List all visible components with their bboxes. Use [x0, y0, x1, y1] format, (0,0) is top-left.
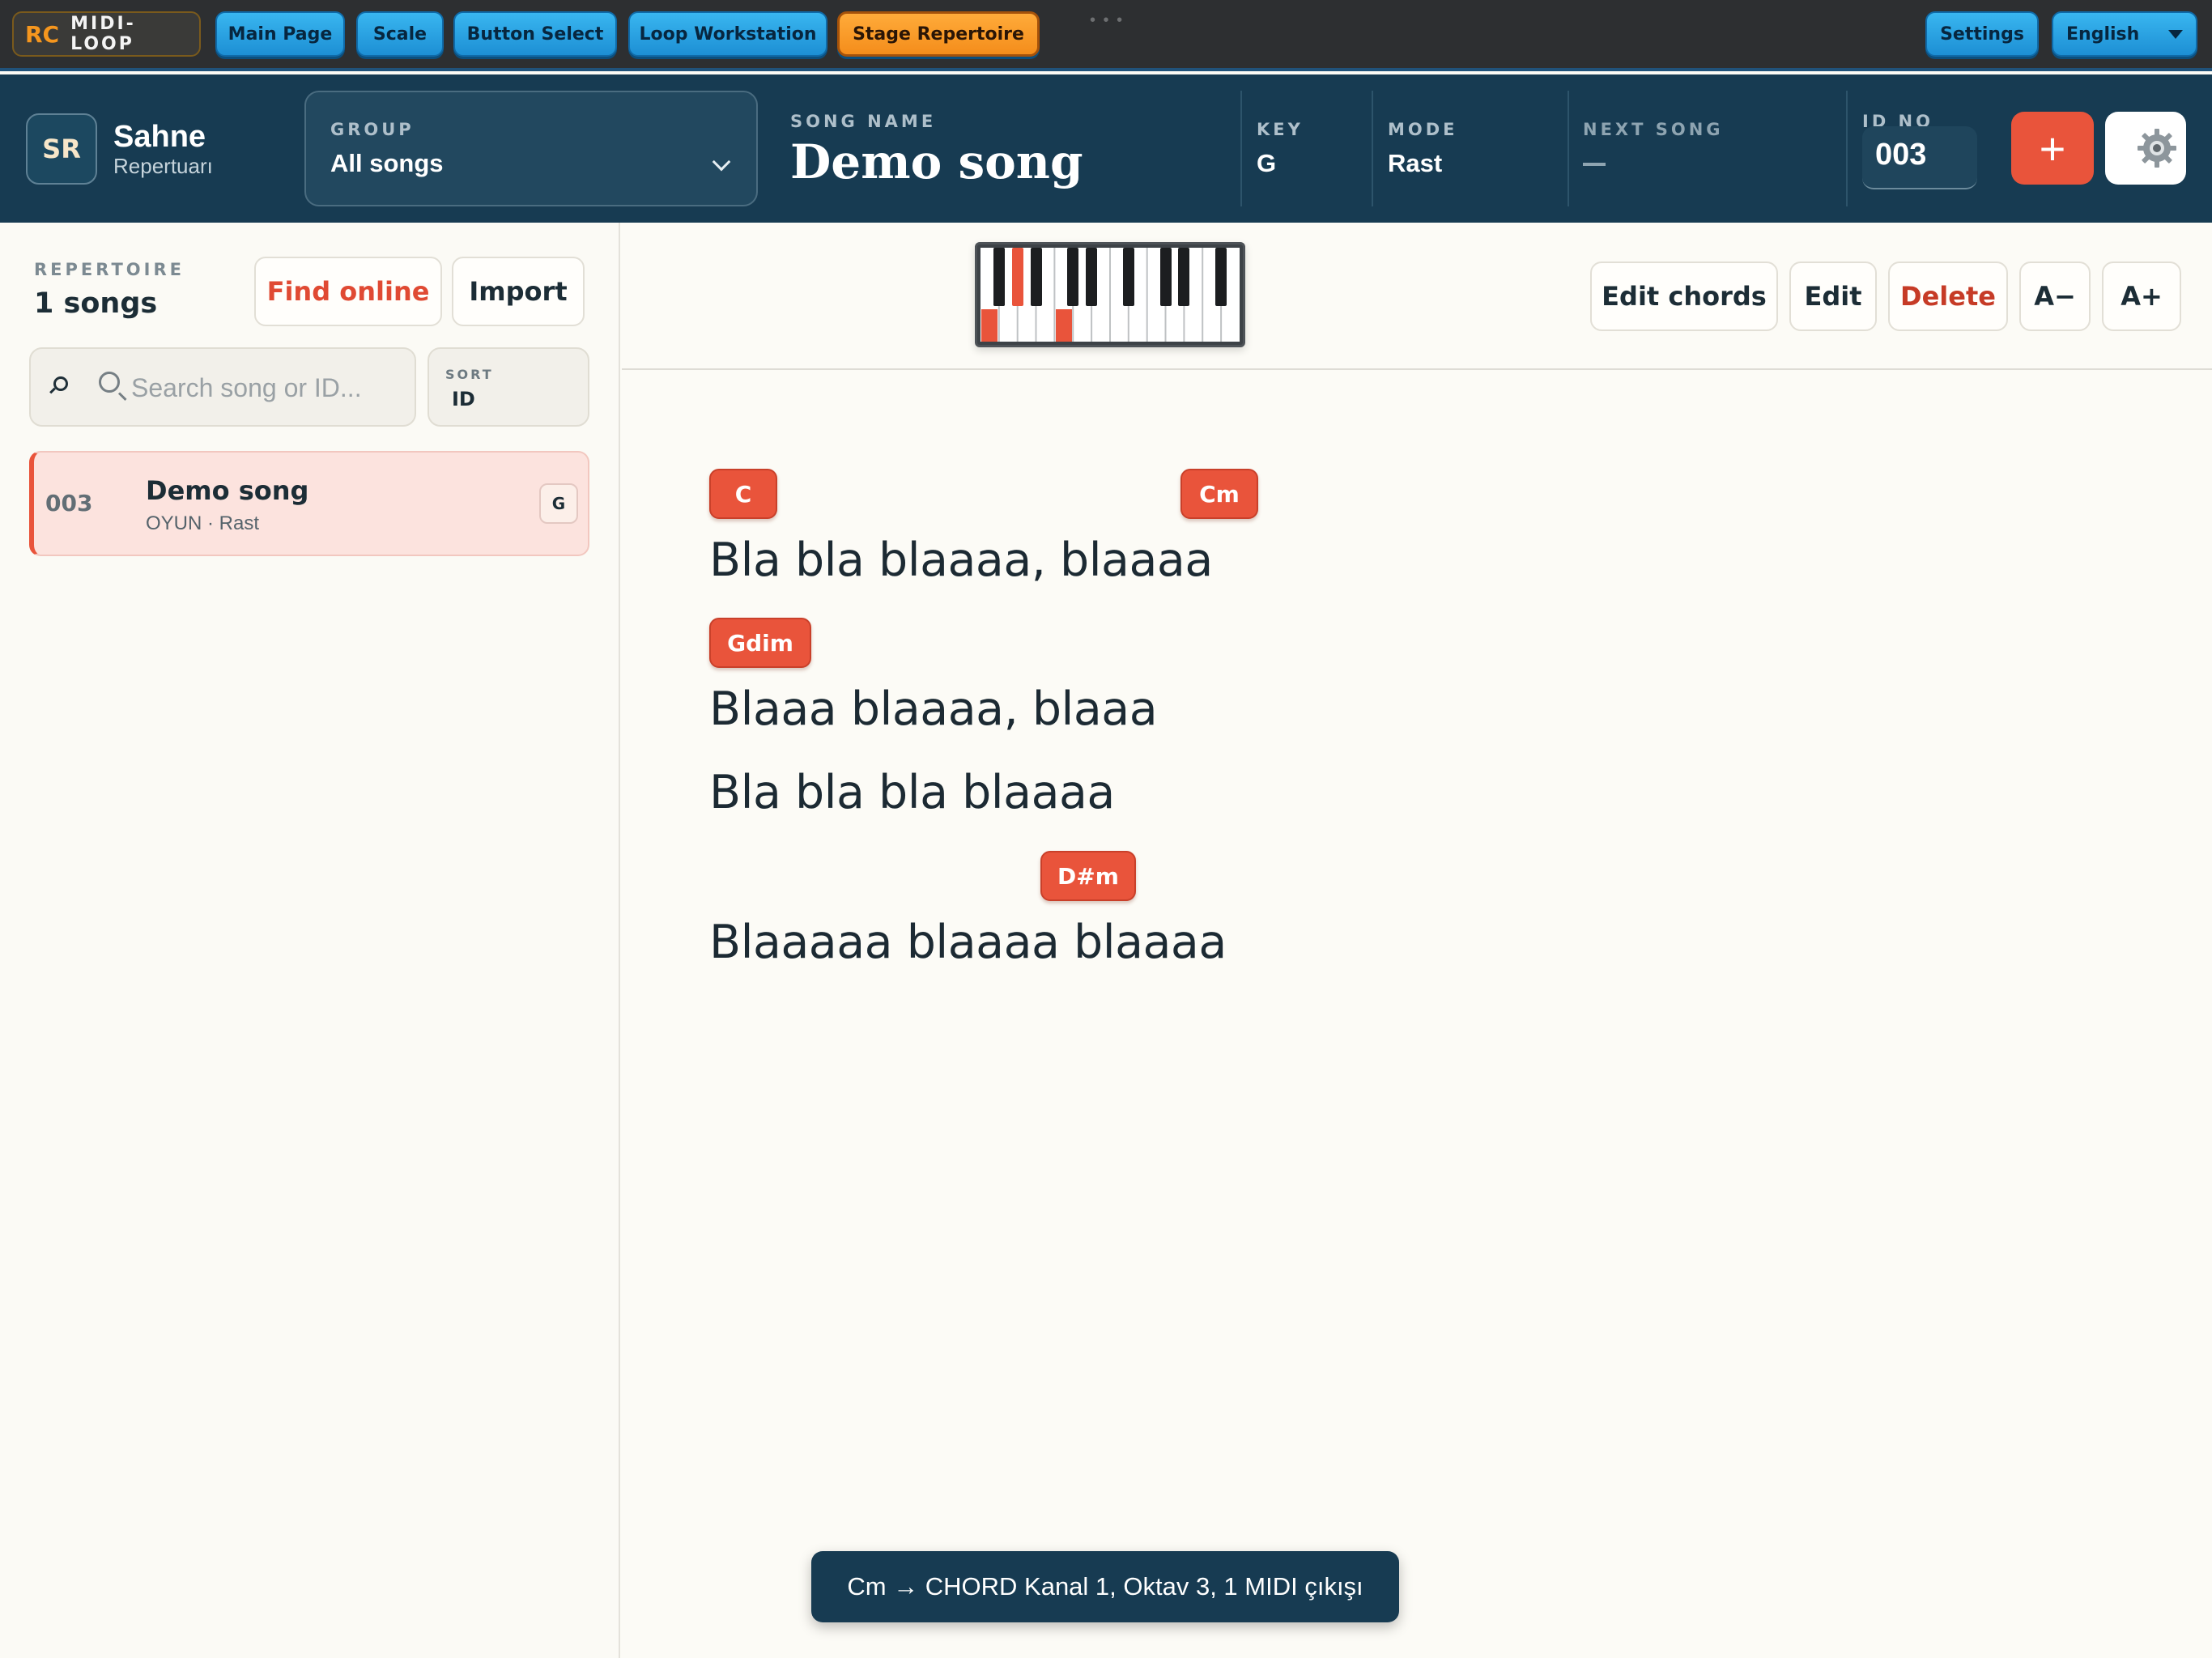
drag-handle-icon[interactable]: • • • — [1090, 11, 1124, 30]
key-label: KEY — [1257, 120, 1304, 139]
chord-tag[interactable]: D#m — [1040, 851, 1136, 901]
list-item[interactable]: 003 Demo song OYUN · Rast G — [29, 451, 589, 556]
id-value: 003 — [1875, 138, 1927, 172]
chord-tag[interactable]: Gdim — [709, 618, 811, 668]
song-key-badge: G — [539, 483, 578, 524]
find-online-button[interactable]: Find online — [254, 257, 442, 326]
song-name-label: SONG NAME — [790, 112, 937, 131]
lyrics-area: C Cm Bla bla blaaaa, blaaaa Gdim Blaaa b… — [622, 372, 2212, 1658]
chevron-down-icon — [712, 152, 731, 172]
app-logo: RC MIDI-LOOP — [12, 11, 201, 57]
mode-label: MODE — [1388, 120, 1458, 139]
chord-tag[interactable]: Cm — [1180, 469, 1258, 519]
mode-value: Rast — [1388, 149, 1443, 177]
edit-button[interactable]: Edit — [1789, 261, 1877, 331]
settings-gear-button[interactable] — [2105, 112, 2186, 185]
divider — [1240, 91, 1242, 206]
top-nav-bar: RC MIDI-LOOP Main Page Scale Button Sele… — [0, 0, 2212, 71]
language-select[interactable]: English — [2052, 11, 2197, 57]
tab-main-page[interactable]: Main Page — [215, 11, 345, 57]
song-meta: OYUN · Rast — [146, 512, 260, 534]
header-subtitle: Repertuarı — [113, 154, 213, 178]
song-name: Demo song — [790, 134, 1083, 189]
caret-down-icon — [2168, 29, 2183, 39]
repertoire-label: REPERTOIRE — [34, 260, 185, 279]
delete-button[interactable]: Delete — [1888, 261, 2008, 331]
repertoire-sidebar: REPERTOIRE 1 songs Find online Import Se… — [0, 223, 620, 1658]
lyric-line: Blaaa blaaaa, blaaa — [709, 682, 1158, 736]
search-placeholder: Search song or ID... — [131, 373, 362, 402]
lyric-line: Bla bla blaaaa, blaaaa — [709, 534, 1213, 587]
add-song-button[interactable]: + — [2011, 112, 2094, 185]
song-count: 1 songs — [34, 287, 158, 320]
sort-select[interactable]: SORT ID — [428, 347, 589, 427]
group-select[interactable]: GROUP All songs — [304, 91, 758, 206]
midi-toast: Cm → CHORD Kanal 1, Oktav 3, 1 MIDI çıkı… — [811, 1551, 1399, 1622]
language-value: English — [2066, 23, 2140, 45]
lyric-line: Blaaaaa blaaaa blaaaa — [709, 916, 1227, 969]
song-id: 003 — [45, 490, 93, 517]
key-value: G — [1257, 149, 1277, 177]
magnifier-icon — [99, 372, 120, 393]
sort-label: SORT — [445, 367, 494, 382]
next-song-label: NEXT SONG — [1583, 120, 1724, 139]
gear-icon — [2138, 129, 2176, 168]
tab-stage-repertoire[interactable]: Stage Repertoire — [837, 11, 1040, 57]
song-title: Demo song — [146, 475, 309, 506]
import-button[interactable]: Import — [452, 257, 585, 326]
logo-mark: RC — [25, 20, 60, 48]
chord-tag[interactable]: C — [709, 469, 777, 519]
edit-chords-button[interactable]: Edit chords — [1590, 261, 1778, 331]
divider — [1846, 91, 1848, 206]
song-header: SR Sahne Repertuarı GROUP All songs SONG… — [0, 74, 2212, 223]
tab-loop-workstation[interactable]: Loop Workstation — [628, 11, 827, 57]
app-badge: SR — [26, 113, 97, 185]
settings-button[interactable]: Settings — [1925, 11, 2039, 57]
header-title: Sahne — [113, 120, 206, 154]
font-larger-button[interactable]: A+ — [2102, 261, 2181, 331]
tab-button-select[interactable]: Button Select — [453, 11, 617, 57]
search-input[interactable]: Search song or ID... — [29, 347, 416, 427]
sort-value: ID — [452, 388, 475, 410]
next-song-empty — [1583, 163, 1606, 166]
search-icon — [53, 376, 68, 391]
group-label: GROUP — [330, 120, 415, 139]
lyric-line: Bla bla bla blaaaa — [709, 766, 1115, 819]
group-value: All songs — [330, 149, 444, 177]
divider — [1372, 91, 1373, 206]
song-toolbar: Edit chords Edit Delete A− A+ — [622, 223, 2212, 370]
font-smaller-button[interactable]: A− — [2019, 261, 2091, 331]
piano-keys — [981, 248, 1240, 342]
tab-scale[interactable]: Scale — [356, 11, 444, 57]
logo-text: MIDI-LOOP — [70, 14, 136, 54]
piano-keyboard-icon[interactable] — [975, 242, 1245, 347]
plus-icon: + — [2039, 122, 2066, 174]
divider — [1568, 91, 1569, 206]
